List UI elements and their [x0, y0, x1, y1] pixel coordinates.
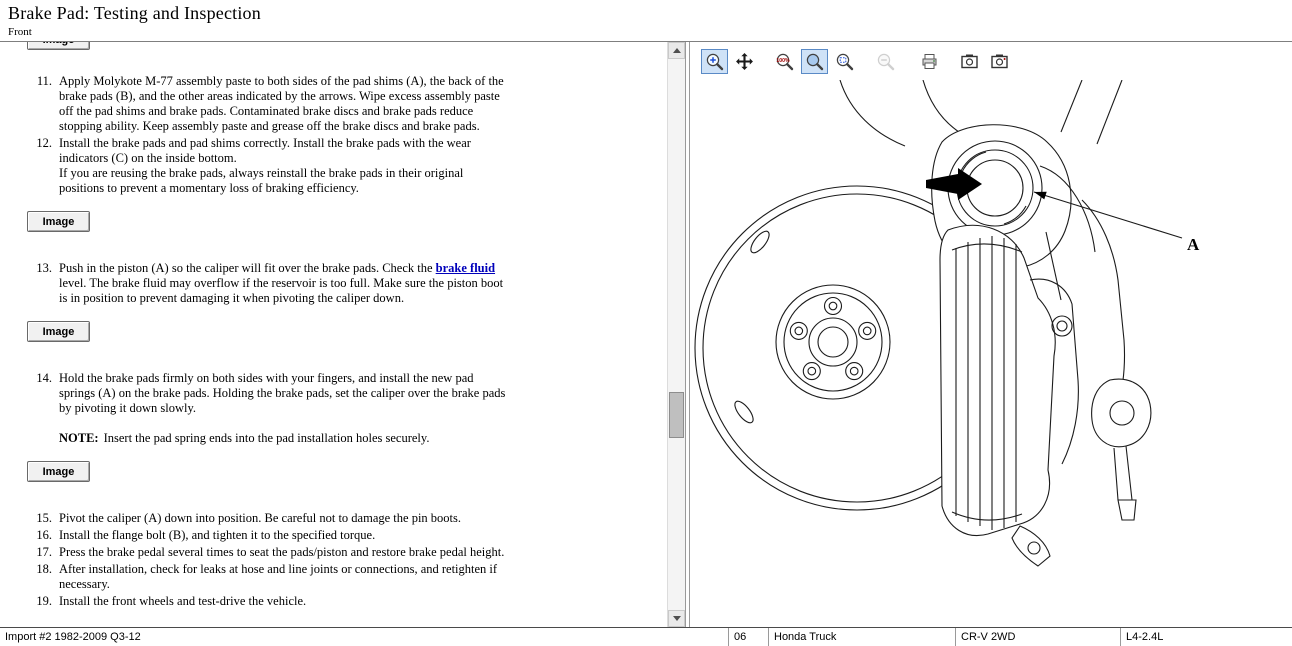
image-button[interactable]: Image: [27, 321, 90, 342]
status-engine: L4-2.4L: [1120, 628, 1292, 646]
step-text: After installation, check for leaks at h…: [59, 562, 511, 592]
wheel-hub: [776, 285, 890, 399]
procedure-text-pane: Image 11. Apply Molykote M-77 assembly p…: [0, 42, 667, 627]
step-number: 18.: [18, 562, 52, 592]
image-button[interactable]: Image: [27, 461, 90, 482]
step-16: 16. Install the flange bolt (B), and tig…: [18, 528, 667, 543]
page-subtitle: Front: [8, 26, 32, 38]
step-12: 12. Install the brake pads and pad shims…: [18, 136, 667, 196]
step-number: 16.: [18, 528, 52, 543]
step-text: Install the front wheels and test-drive …: [59, 594, 511, 609]
step-17: 17. Press the brake pedal several times …: [18, 545, 667, 560]
step-14: 14. Hold the brake pads firmly on both s…: [18, 371, 667, 446]
note-label: NOTE:: [59, 431, 99, 445]
note-line: NOTE: Insert the pad spring ends into the…: [59, 431, 511, 446]
zoom-window-button[interactable]: [831, 49, 858, 74]
step-number: 19.: [18, 594, 52, 609]
step-11: 11. Apply Molykote M-77 assembly paste t…: [18, 74, 667, 134]
main-split: Image 11. Apply Molykote M-77 assembly p…: [0, 42, 1292, 627]
image-button-row: Image: [27, 321, 667, 342]
step-19: 19. Install the front wheels and test-dr…: [18, 594, 667, 609]
zoom-in-icon: [705, 52, 724, 71]
image-button-row: Image: [27, 461, 667, 482]
svg-text:100%: 100%: [776, 58, 790, 64]
copy-image-button[interactable]: [986, 49, 1013, 74]
step-number: 13.: [18, 261, 52, 306]
page-title: Brake Pad: Testing and Inspection: [8, 3, 261, 24]
zoom-in-button[interactable]: [701, 49, 728, 74]
zoom-window-icon: [835, 52, 854, 71]
step-number: 17.: [18, 545, 52, 560]
step-15: 15. Pivot the caliper (A) down into posi…: [18, 511, 667, 526]
procedure-panel: Image 11. Apply Molykote M-77 assembly p…: [0, 42, 686, 627]
status-dataset: Import #2 1982-2009 Q3-12: [0, 628, 728, 646]
caliper-body: [940, 225, 1078, 566]
step-text: Push in the piston (A) so the caliper wi…: [59, 261, 511, 306]
step-13: 13. Push in the piston (A) so the calipe…: [18, 261, 667, 306]
step-text-line: Install the brake pads and pad shims cor…: [59, 136, 511, 166]
step-text-segment: level. The brake fluid may overflow if t…: [59, 276, 503, 305]
zoom-out-icon: [876, 52, 895, 71]
step-text: Hold the brake pads firmly on both sides…: [59, 371, 511, 446]
brake-fluid-link[interactable]: brake fluid: [436, 261, 495, 275]
brake-assembly-diagram[interactable]: A: [690, 80, 1292, 627]
zoom-fit-button[interactable]: [801, 49, 828, 74]
step-text: Apply Molykote M-77 assembly paste to bo…: [59, 74, 511, 134]
print-button[interactable]: [916, 49, 943, 74]
step-number: 15.: [18, 511, 52, 526]
status-year: 06: [728, 628, 768, 646]
step-number: 12.: [18, 136, 52, 196]
snapshot-icon: [960, 52, 979, 71]
note-text: Insert the pad spring ends into the pad …: [104, 431, 430, 445]
pan-icon: [735, 52, 754, 71]
step-text-line: If you are reusing the brake pads, alway…: [59, 166, 511, 196]
step-text: Pivot the caliper (A) down into position…: [59, 511, 511, 526]
zoom-100-button[interactable]: 100%: [771, 49, 798, 74]
vertical-scrollbar[interactable]: [667, 42, 685, 627]
callout-a-label: A: [1187, 235, 1200, 254]
step-text: Press the brake pedal several times to s…: [59, 545, 511, 560]
print-icon: [920, 52, 939, 71]
snapshot-button[interactable]: [956, 49, 983, 74]
zoom-fit-icon: [805, 52, 824, 71]
step-text-line: Hold the brake pads firmly on both sides…: [59, 371, 511, 416]
scroll-down-button[interactable]: [668, 610, 685, 627]
zoom-100-icon: 100%: [775, 52, 794, 71]
scroll-up-button[interactable]: [668, 42, 685, 59]
title-bar: Brake Pad: Testing and Inspection Front: [0, 0, 1292, 42]
status-bar: Import #2 1982-2009 Q3-12 06 Honda Truck…: [0, 627, 1292, 646]
step-18: 18. After installation, check for leaks …: [18, 562, 667, 592]
step-text: Install the brake pads and pad shims cor…: [59, 136, 511, 196]
arrow-up-icon: [673, 48, 681, 53]
image-viewer-panel: 100%: [689, 42, 1292, 627]
image-toolbar: 100%: [690, 42, 1292, 80]
step-number: 11.: [18, 74, 52, 134]
image-button[interactable]: Image: [27, 42, 90, 50]
step-text-segment: Push in the piston (A) so the caliper wi…: [59, 261, 436, 275]
ball-joint: [1082, 200, 1151, 520]
pan-button[interactable]: [731, 49, 758, 74]
step-text: Install the flange bolt (B), and tighten…: [59, 528, 511, 543]
arrow-down-icon: [673, 616, 681, 621]
copy-image-icon: [990, 52, 1009, 71]
scrollbar-thumb[interactable]: [669, 392, 684, 438]
zoom-out-button[interactable]: [872, 49, 899, 74]
image-button-row: Image: [27, 211, 667, 232]
status-make: Honda Truck: [768, 628, 955, 646]
status-model: CR-V 2WD: [955, 628, 1120, 646]
step-number: 14.: [18, 371, 52, 446]
image-button[interactable]: Image: [27, 211, 90, 232]
